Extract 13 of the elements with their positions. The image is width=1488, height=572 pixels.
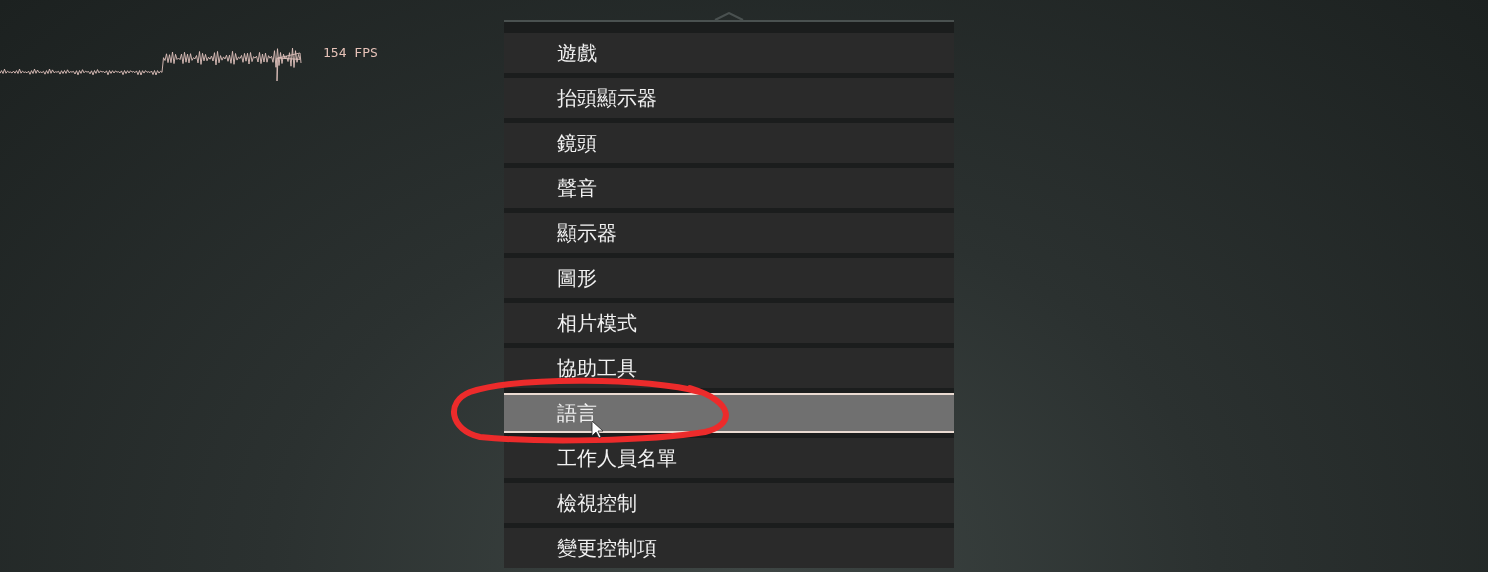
menu-item[interactable]: 顯示器 [504,213,954,253]
menu-item[interactable]: 鏡頭 [504,123,954,163]
menu-item[interactable]: 工作人員名單 [504,438,954,478]
fps-counter: 154 FPS [323,44,378,62]
menu-item[interactable]: 檢視控制 [504,483,954,523]
menu-item[interactable]: 遊戲 [504,33,954,73]
menu-item[interactable]: 抬頭顯示器 [504,78,954,118]
menu-item[interactable]: 語言 [504,393,954,433]
menu-item[interactable]: 相片模式 [504,303,954,343]
menu-item[interactable]: 圖形 [504,258,954,298]
menu-item[interactable]: 變更控制項 [504,528,954,568]
menu-item[interactable]: 聲音 [504,168,954,208]
menu-item[interactable]: 協助工具 [504,348,954,388]
